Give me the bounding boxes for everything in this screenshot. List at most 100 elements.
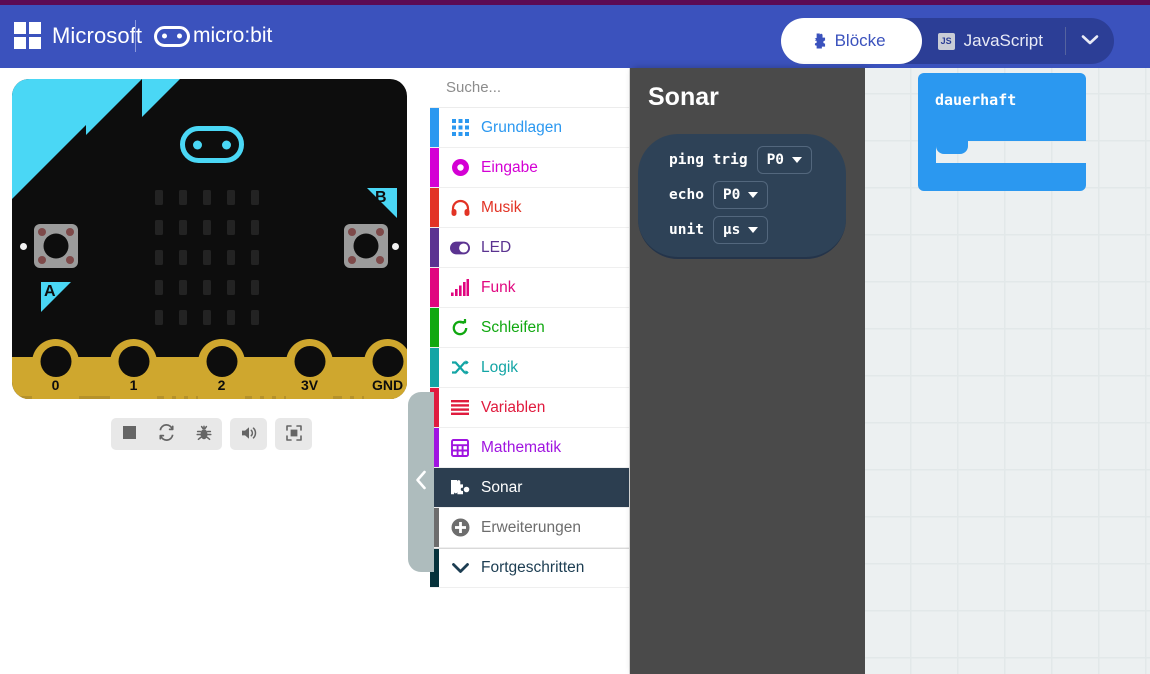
ping-unit-dropdown[interactable]: µs xyxy=(712,216,769,244)
toolbox-category-mathematik[interactable]: Mathematik xyxy=(430,428,629,468)
fullscreen-button[interactable] xyxy=(275,418,312,450)
toolbox-category-fortgeschritten[interactable]: Fortgeschritten xyxy=(430,548,629,588)
sound-button[interactable] xyxy=(230,418,267,450)
simulator-controls xyxy=(111,418,312,450)
microsoft-brand: Microsoft xyxy=(14,22,142,49)
toolbox-collapse-handle[interactable] xyxy=(408,392,434,572)
ping-echo-dropdown[interactable]: P0 xyxy=(712,181,769,209)
chevron-down-icon xyxy=(748,227,759,233)
category-label: Variablen xyxy=(481,398,546,416)
pin-pad-3v[interactable]: 3V xyxy=(286,339,333,399)
bug-icon xyxy=(195,424,212,444)
led-matrix[interactable] xyxy=(147,182,267,332)
simulator-view-group xyxy=(275,418,312,450)
category-color-stripe xyxy=(430,348,439,387)
ping-trig-dropdown[interactable]: P0 xyxy=(756,146,813,174)
refresh-icon xyxy=(158,424,175,444)
plus-circle-icon xyxy=(450,518,470,537)
pin-pad-2[interactable]: 2 xyxy=(198,339,245,399)
forever-block-notch xyxy=(936,141,968,154)
chevron-down-icon xyxy=(450,562,470,575)
category-color-stripe xyxy=(430,308,439,347)
category-label: Fortgeschritten xyxy=(481,559,585,576)
microbit-board[interactable]: A B 0 1 2 3V GND xyxy=(12,79,407,399)
pin-label-gnd: GND xyxy=(371,377,404,393)
tab-blocks-label: Blöcke xyxy=(834,31,886,50)
signal-bars-icon xyxy=(450,279,470,296)
toolbox-category-led[interactable]: LED xyxy=(430,228,629,268)
pin-pad-0[interactable]: 0 xyxy=(32,339,79,399)
microbit-logo-icon xyxy=(154,25,190,47)
board-button-a[interactable] xyxy=(34,224,78,268)
ping-unit-label: unit xyxy=(669,222,704,238)
toolbox-category-musik[interactable]: Musik xyxy=(430,188,629,228)
simulator-pane: A B 0 1 2 3V GND xyxy=(0,68,430,674)
toolbox-category-erweiterungen[interactable]: Erweiterungen xyxy=(430,508,629,548)
search-input[interactable] xyxy=(446,79,645,96)
category-label: Grundlagen xyxy=(481,118,563,136)
toolbox-category-schleifen[interactable]: Schleifen xyxy=(430,308,629,348)
toolbox-category-eingabe[interactable]: Eingabe xyxy=(430,148,629,188)
ping-block-row-echo: echo P0 xyxy=(669,181,769,209)
chevron-down-icon xyxy=(748,192,759,198)
editor-menu-button[interactable] xyxy=(1066,18,1114,64)
ping-trig-value: P0 xyxy=(766,152,785,168)
ping-unit-value: µs xyxy=(722,222,741,238)
calculator-icon xyxy=(450,438,470,457)
shuffle-icon xyxy=(450,359,470,376)
toolbox-category-grundlagen[interactable]: Grundlagen xyxy=(430,108,629,148)
category-label: Logik xyxy=(481,358,519,376)
ping-echo-value: P0 xyxy=(722,187,741,203)
category-label: Schleifen xyxy=(481,318,545,336)
headphones-icon xyxy=(450,199,470,216)
toolbox-category-funk[interactable]: Funk xyxy=(430,268,629,308)
forever-block[interactable]: dauerhaft xyxy=(918,73,1086,191)
forever-block-footer xyxy=(918,163,1086,191)
board-dot-right xyxy=(392,243,399,250)
microbit-brand[interactable]: micro:bit xyxy=(154,24,272,48)
stop-button[interactable] xyxy=(111,418,148,450)
chevron-down-icon xyxy=(792,157,803,163)
tab-javascript[interactable]: JS JavaScript xyxy=(922,18,1065,64)
ping-block[interactable]: ping trig P0 echo P0 unit µs xyxy=(638,134,846,259)
category-color-stripe xyxy=(430,148,439,187)
board-decoration-2 xyxy=(86,79,142,135)
pin-pad-gnd[interactable]: GND xyxy=(364,339,407,399)
board-decoration-3 xyxy=(142,79,180,117)
category-label: Erweiterungen xyxy=(481,518,581,536)
pin-label-0: 0 xyxy=(51,377,60,393)
board-button-b[interactable] xyxy=(344,224,388,268)
toggle-icon xyxy=(450,241,470,255)
tab-javascript-label: JavaScript xyxy=(963,31,1043,50)
loop-arrow-icon xyxy=(450,318,470,337)
puzzle-icon xyxy=(450,479,470,497)
restart-button[interactable] xyxy=(148,418,185,450)
ping-trig-label: ping trig xyxy=(669,152,748,168)
pin-pad-1[interactable]: 1 xyxy=(110,339,157,399)
blocks-workspace[interactable]: dauerhaft xyxy=(865,68,1150,674)
toolbox-category-sonar[interactable]: Sonar xyxy=(430,468,629,508)
pin-label-3v: 3V xyxy=(300,377,319,393)
board-pin-connector: 0 1 2 3V GND xyxy=(12,339,407,399)
pin-label-1: 1 xyxy=(129,377,138,393)
ping-echo-label: echo xyxy=(669,187,704,203)
debug-button[interactable] xyxy=(185,418,222,450)
toolbox-category-logik[interactable]: Logik xyxy=(430,348,629,388)
editor-mode-toggle: Blöcke JS JavaScript xyxy=(780,18,1114,64)
js-badge-icon: JS xyxy=(937,32,955,50)
microsoft-logo-icon xyxy=(14,22,41,49)
simulator-run-group xyxy=(111,418,222,450)
lines-icon xyxy=(450,400,470,415)
category-label: Mathematik xyxy=(481,438,562,456)
microbit-wordmark: micro:bit xyxy=(193,24,273,47)
stop-square-icon xyxy=(123,426,136,442)
button-b-label: B xyxy=(375,189,387,206)
tab-blocks[interactable]: Blöcke xyxy=(780,18,922,64)
microsoft-wordmark: Microsoft xyxy=(52,22,143,48)
toolbox-category-variablen[interactable]: Variablen xyxy=(430,388,629,428)
button-a-flag: A xyxy=(41,282,71,312)
speaker-icon xyxy=(240,425,258,444)
category-color-stripe xyxy=(430,108,439,147)
toolbox-flyout: Sonar ping trig P0 echo P0 unit µs xyxy=(630,68,865,674)
category-label: Sonar xyxy=(481,478,523,496)
